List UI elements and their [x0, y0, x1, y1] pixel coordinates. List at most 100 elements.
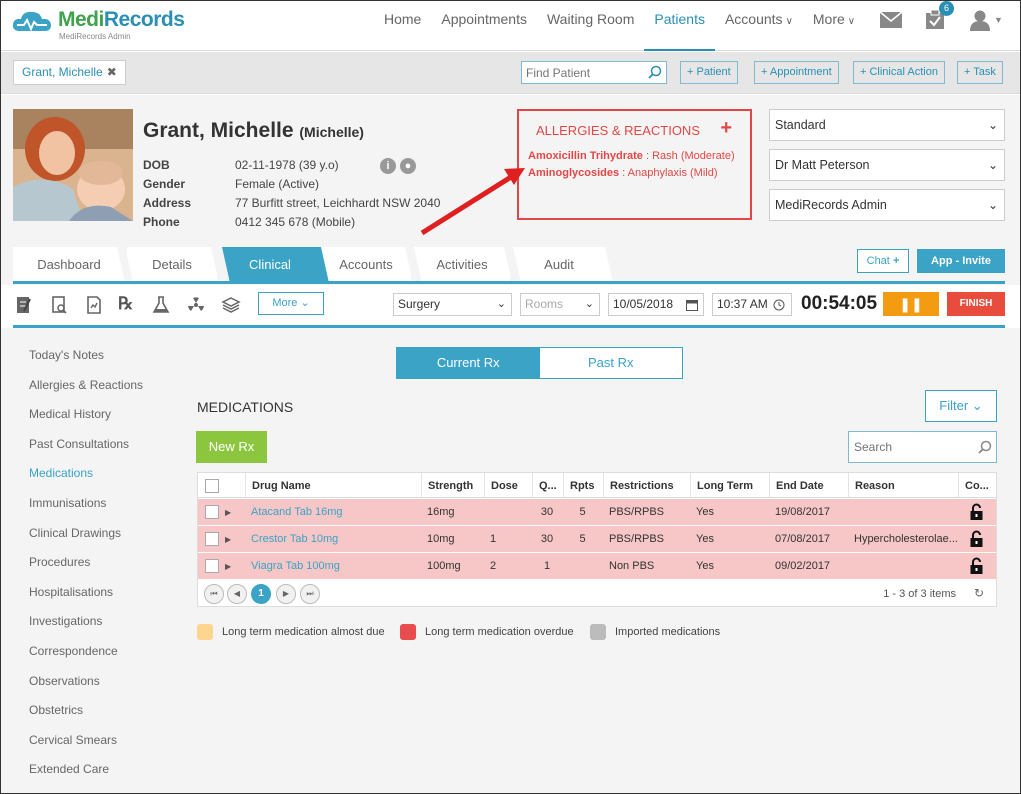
finish-button[interactable]: FINISH — [947, 292, 1005, 316]
prev-page-icon[interactable]: ◀ — [227, 584, 247, 604]
col-quantity[interactable]: Q... — [532, 473, 562, 498]
col-restrictions[interactable]: Restrictions — [603, 473, 689, 498]
sidenav-item-allergies-reactions[interactable]: Allergies & Reactions — [29, 378, 143, 408]
nav-patients[interactable]: Patients — [644, 1, 715, 51]
filter-button[interactable]: Filter ⌄ — [925, 390, 997, 422]
row-checkbox[interactable] — [205, 532, 219, 546]
add-allergy-icon[interactable]: + — [720, 117, 732, 140]
unlock-icon[interactable] — [970, 557, 983, 574]
col-controlled[interactable]: Co... — [958, 473, 996, 498]
tab-current-rx[interactable]: Current Rx — [397, 348, 540, 378]
app-invite-button[interactable]: App - Invite — [917, 249, 1005, 273]
pause-button[interactable]: ❚❚ — [883, 292, 939, 316]
sidenav-item-hospitalisations[interactable]: Hospitalisations — [29, 585, 143, 615]
sidenav-item-today-s-notes[interactable]: Today's Notes — [29, 348, 143, 378]
sidenav-item-obstetrics[interactable]: Obstetrics — [29, 703, 143, 733]
document-search-icon[interactable] — [49, 295, 69, 315]
app-logo[interactable]: MediRecords MediRecords Admin — [11, 7, 186, 43]
chat-button[interactable]: Chat + — [857, 249, 909, 273]
notes-icon[interactable] — [14, 295, 34, 315]
col-strength[interactable]: Strength — [421, 473, 483, 498]
report-icon[interactable] — [84, 295, 104, 315]
allergy-item[interactable]: Amoxicillin Trihydrate : Rash (Moderate) — [528, 150, 735, 162]
expand-icon[interactable]: ▶ — [225, 499, 231, 526]
col-end-date[interactable]: End Date — [769, 473, 847, 498]
layers-icon[interactable] — [221, 295, 241, 315]
allergies-panel[interactable]: ALLERGIES & REACTIONS + Amoxicillin Trih… — [517, 109, 752, 220]
close-icon[interactable]: ✖ — [107, 65, 117, 79]
col-reason[interactable]: Reason — [848, 473, 957, 498]
col-repeats[interactable]: Rpts — [563, 473, 602, 498]
next-page-icon[interactable]: ▶ — [276, 584, 296, 604]
time-field[interactable]: 10:37 AM — [712, 293, 792, 316]
cell-drug[interactable]: Atacand Tab 16mg — [245, 499, 420, 526]
medication-search-input[interactable] — [849, 432, 974, 462]
nav-home[interactable]: Home — [374, 1, 431, 51]
nav-appointments[interactable]: Appointments — [431, 1, 537, 51]
nav-waiting-room[interactable]: Waiting Room — [537, 1, 644, 51]
col-dose[interactable]: Dose — [484, 473, 531, 498]
medication-search-field[interactable] — [848, 431, 997, 463]
sidenav-item-investigations[interactable]: Investigations — [29, 614, 143, 644]
page-number[interactable]: 1 — [251, 584, 271, 604]
new-rx-button[interactable]: New Rx — [196, 431, 267, 463]
doctor-select[interactable]: Dr Matt Peterson ⌄ — [769, 149, 1005, 181]
sidenav-item-extended-care[interactable]: Extended Care — [29, 762, 143, 792]
unlock-icon[interactable] — [970, 530, 983, 547]
nav-more[interactable]: More ∨ — [803, 1, 865, 51]
search-icon[interactable] — [648, 65, 662, 79]
col-long-term[interactable]: Long Term — [690, 473, 768, 498]
unlock-icon[interactable] — [970, 503, 983, 520]
sidenav-item-medical-history[interactable]: Medical History — [29, 407, 143, 437]
expand-icon[interactable]: ▶ — [225, 553, 231, 580]
search-icon[interactable] — [978, 440, 992, 454]
field-value: Female (Active) — [235, 177, 320, 191]
col-drug-name[interactable]: Drug Name — [245, 473, 420, 498]
cell-drug[interactable]: Viagra Tab 100mg — [245, 553, 420, 580]
first-page-icon[interactable]: ⏮ — [204, 584, 224, 604]
row-checkbox[interactable] — [205, 505, 219, 519]
globe-icon[interactable]: ● — [400, 158, 416, 174]
sidenav-item-clinical-drawings[interactable]: Clinical Drawings — [29, 526, 143, 556]
allergy-item[interactable]: Aminoglycosides : Anaphylaxis (Mild) — [528, 167, 718, 179]
billing-type-select[interactable]: Standard ⌄ — [769, 109, 1005, 141]
select-all-checkbox[interactable] — [205, 479, 219, 493]
sidenav-item-cervical-smears[interactable]: Cervical Smears — [29, 733, 143, 763]
nav-accounts[interactable]: Accounts ∨ — [715, 1, 803, 51]
tasks-icon[interactable]: 6 — [922, 1, 954, 33]
find-patient-field[interactable] — [521, 61, 667, 84]
info-icon[interactable]: i — [380, 158, 396, 174]
flask-icon[interactable] — [151, 295, 171, 315]
table-row[interactable]: ▶ Atacand Tab 16mg 16mg 30 5 PBS/RPBS Yes 19/08… — [198, 499, 996, 526]
more-button[interactable]: More ⌄ — [258, 292, 324, 315]
sidenav-item-immunisations[interactable]: Immunisations — [29, 496, 143, 526]
rooms-select[interactable]: Rooms ⌄ — [520, 293, 600, 316]
row-checkbox[interactable] — [205, 559, 219, 573]
date-field[interactable]: 10/05/2018 — [608, 293, 704, 316]
tab-past-rx[interactable]: Past Rx — [539, 348, 682, 378]
sidenav-item-correspondence[interactable]: Correspondence — [29, 644, 143, 674]
location-select[interactable]: Surgery ⌄ — [393, 293, 512, 316]
mail-icon[interactable] — [878, 7, 904, 33]
refresh-icon[interactable]: ↻ — [974, 586, 984, 600]
admin-select[interactable]: MediRecords Admin ⌄ — [769, 189, 1005, 221]
sidenav-item-observations[interactable]: Observations — [29, 674, 143, 704]
table-row[interactable]: ▶ Viagra Tab 100mg 100mg 2 1 Non PBS Yes 09/02/… — [198, 553, 996, 580]
chevron-down-icon: ⌄ — [987, 158, 998, 172]
cell-drug[interactable]: Crestor Tab 10mg — [245, 526, 420, 553]
table-row[interactable]: ▶ Crestor Tab 10mg 10mg 1 30 5 PBS/RPBS Yes 07/0… — [198, 526, 996, 553]
expand-icon[interactable]: ▶ — [225, 526, 231, 553]
add-clinical-action-button[interactable]: + Clinical Action — [853, 61, 945, 84]
add-appointment-button[interactable]: + Appointment — [754, 61, 839, 84]
find-patient-input[interactable] — [522, 62, 642, 83]
last-page-icon[interactable]: ⏭ — [300, 584, 320, 604]
sidenav-item-past-consultations[interactable]: Past Consultations — [29, 437, 143, 467]
radiation-icon[interactable] — [186, 295, 206, 315]
user-menu[interactable]: ▼ — [966, 7, 1006, 33]
prescription-icon[interactable]: ℞ — [118, 294, 138, 314]
add-patient-button[interactable]: + Patient — [680, 61, 738, 84]
sidenav-item-medications[interactable]: Medications — [29, 466, 143, 496]
sidenav-item-procedures[interactable]: Procedures — [29, 555, 143, 585]
open-patient-chip[interactable]: Grant, Michelle ✖ — [13, 60, 126, 85]
add-task-button[interactable]: + Task — [957, 61, 1003, 84]
